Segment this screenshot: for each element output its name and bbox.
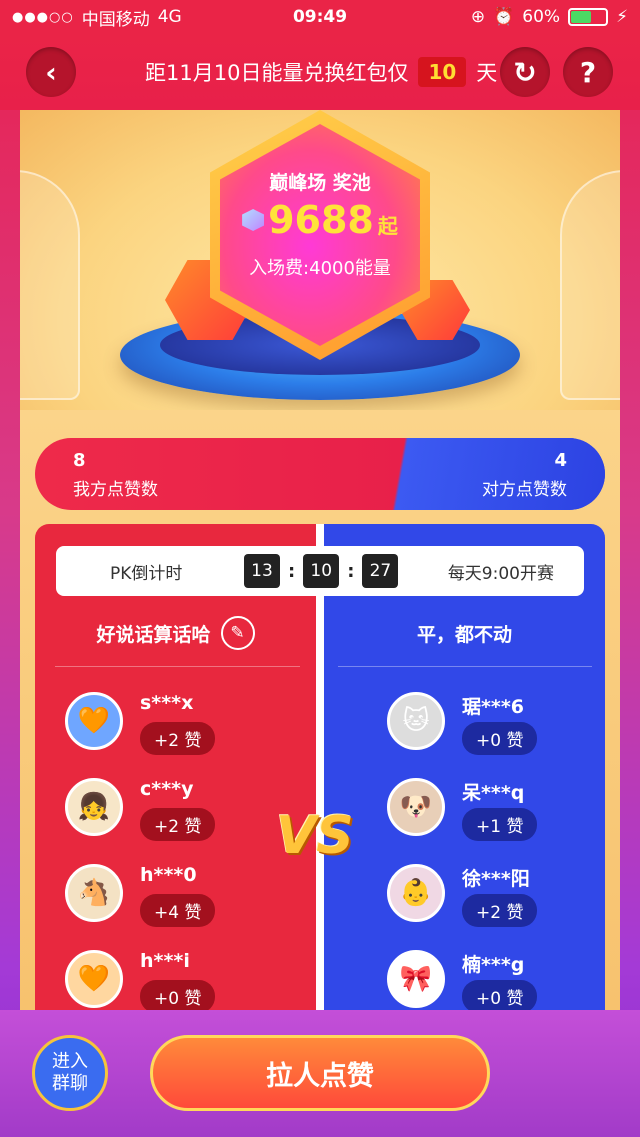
clock: 09:49: [292, 7, 348, 27]
avatar: 🧡: [65, 692, 123, 750]
member-name: c***y: [140, 778, 194, 800]
member-name: h***i: [140, 950, 190, 972]
their-likes-count: 4: [554, 450, 567, 471]
left-team-name: 好说话算话哈 ✎: [35, 616, 316, 650]
countdown-minutes: 10: [303, 554, 340, 588]
help-button[interactable]: ?: [563, 47, 613, 97]
days-badge: 10: [418, 57, 467, 87]
avatar: 🐴: [65, 864, 123, 922]
right-team-name-text: 平，都不动: [416, 623, 512, 646]
avatar: 🎀: [387, 950, 445, 1008]
glass-dome-left: [20, 170, 80, 400]
member-likes: +0 赞: [462, 722, 538, 755]
team-divider: [316, 524, 324, 1010]
member-item[interactable]: 🐴 h***0 +4 赞: [65, 864, 265, 934]
likes-score-bar: 8 我方点赞数 4 对方点赞数: [35, 438, 605, 510]
our-likes: 8 我方点赞数: [73, 450, 158, 500]
left-team-name-text: 好说话算话哈: [96, 623, 211, 646]
lock-rotation-icon: ⊕: [470, 7, 486, 27]
countdown-hours: 13: [244, 554, 280, 588]
right-team-name: 平，都不动: [324, 616, 605, 650]
colon-separator: :: [347, 560, 355, 582]
prize-title: 巅峰场 奖池: [269, 172, 371, 194]
vs-logo: VS: [276, 806, 354, 866]
member-item[interactable]: 🐶 呆***q +1 赞: [387, 778, 587, 848]
member-likes: +4 赞: [140, 894, 216, 927]
our-likes-label: 我方点赞数: [73, 480, 158, 500]
pencil-icon[interactable]: ✎: [220, 616, 255, 650]
signal-icon: ●●●○○: [12, 9, 74, 25]
member-item[interactable]: 🧡 s***x +2 赞: [65, 692, 265, 762]
member-likes: +2 赞: [140, 808, 216, 841]
member-name: h***0: [140, 864, 197, 886]
refresh-icon: ↻: [513, 55, 537, 89]
battery-percent: 60%: [522, 7, 561, 27]
avatar: 🧡: [65, 950, 123, 1008]
prize-suffix: 起: [377, 213, 398, 238]
their-likes-label: 对方点赞数: [482, 480, 567, 500]
member-name: s***x: [140, 692, 194, 714]
battery-icon: [568, 8, 609, 26]
right-team-panel: [324, 524, 605, 1010]
divider: [338, 666, 592, 667]
carrier-label: 中国移动: [81, 9, 150, 30]
member-likes: +2 赞: [140, 722, 216, 755]
battery-fill: [571, 11, 592, 23]
chevron-left-icon: ‹: [45, 55, 57, 89]
question-icon: ?: [579, 55, 597, 89]
status-bar: ●●●○○ 中国移动 4G 09:49 ⊕ ⏰ 60% ⚡: [0, 0, 640, 34]
member-item[interactable]: 🐱 琚***6 +0 赞: [387, 692, 587, 762]
refresh-button[interactable]: ↻: [500, 47, 550, 97]
network-label: 4G: [157, 7, 182, 27]
member-item[interactable]: 👶 徐***阳 +2 赞: [387, 864, 587, 934]
glass-dome-right: [560, 170, 620, 400]
member-name: 楠***g: [462, 954, 525, 976]
group-chat-button[interactable]: 进入 群聊: [32, 1035, 108, 1111]
prize-banner: 巅峰场 奖池 9688 起 入场费:4000能量: [20, 110, 620, 410]
title-text: 距11月10日能量兑换红包仅: [145, 61, 409, 85]
alarm-icon: ⏰: [493, 7, 515, 27]
member-likes: +1 赞: [462, 808, 538, 841]
entry-fee: 入场费:4000能量: [249, 258, 391, 279]
member-item[interactable]: 👧 c***y +2 赞: [65, 778, 265, 848]
status-right: ⊕ ⏰ 60% ⚡: [471, 7, 628, 27]
countdown-seconds: 27: [362, 554, 399, 588]
avatar: 👶: [387, 864, 445, 922]
member-name: 琚***6: [462, 696, 525, 718]
page-title: 距11月10日能量兑换红包仅 10 天: [145, 54, 497, 90]
gem-icon: [242, 209, 265, 231]
header: ‹ 距11月10日能量兑换红包仅 10 天 ↻ ?: [0, 34, 640, 110]
member-name: 徐***阳: [462, 868, 530, 890]
member-likes: +2 赞: [462, 894, 538, 927]
member-name: 呆***q: [462, 782, 525, 804]
days-suffix: 天: [476, 61, 498, 85]
battle-area: [35, 524, 605, 1010]
divider: [55, 666, 300, 667]
our-likes-count: 8: [73, 450, 86, 471]
member-likes: +0 赞: [462, 980, 538, 1013]
colon-separator: :: [288, 560, 296, 582]
back-button[interactable]: ‹: [26, 47, 76, 97]
avatar: 👧: [65, 778, 123, 836]
status-left: ●●●○○ 中国移动 4G: [12, 5, 182, 30]
avatar: 🐶: [387, 778, 445, 836]
left-team-panel: [35, 524, 316, 1010]
charging-icon: ⚡: [616, 7, 628, 27]
invite-likes-button[interactable]: 拉人点赞: [150, 1035, 490, 1111]
their-likes: 4 对方点赞数: [482, 450, 567, 500]
member-likes: +0 赞: [140, 980, 216, 1013]
pk-countdown: PK倒计时 13 : 10 : 27 每天9:00开赛: [56, 546, 584, 596]
countdown-timer: 13 : 10 : 27: [244, 554, 399, 588]
prize-amount: 9688: [268, 198, 374, 242]
avatar: 🐱: [387, 692, 445, 750]
prize-amount-row: 9688 起: [220, 198, 420, 242]
match-schedule: 每天9:00开赛: [447, 563, 554, 584]
countdown-label: PK倒计时: [110, 563, 183, 584]
